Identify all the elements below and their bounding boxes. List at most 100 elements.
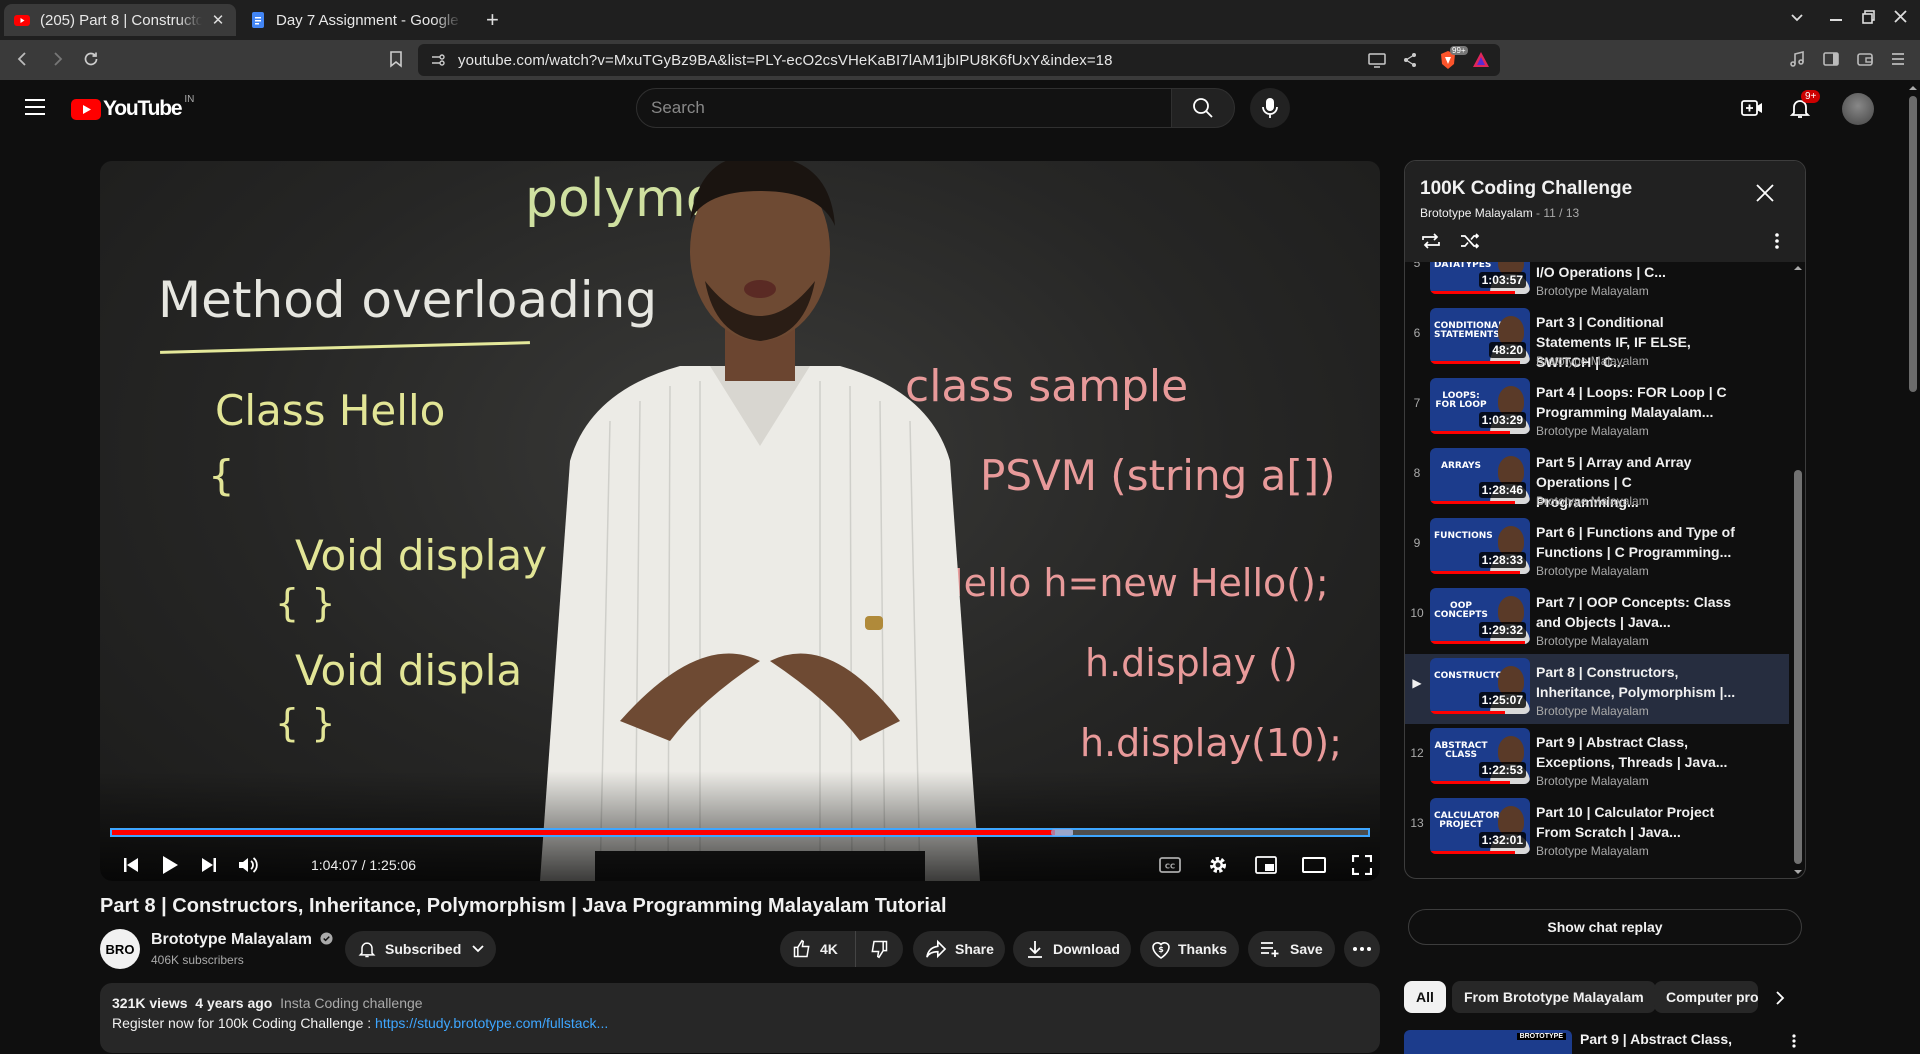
new-tab-button[interactable]: + [486, 9, 499, 31]
playlist-item[interactable]: 13 CALCULATOR PROJECT 1:32:01 Part 10 | Cal… [1405, 794, 1789, 864]
notifications-button[interactable]: 9+ [1788, 90, 1821, 120]
media-icon[interactable] [1788, 50, 1806, 68]
watched-progress-bar [1430, 781, 1510, 784]
address-bar[interactable]: youtube.com/watch?v=MxuTGyBz9BA&list=PLY… [418, 44, 1500, 76]
shuffle-button[interactable] [1459, 231, 1481, 251]
search-button[interactable] [1171, 88, 1235, 128]
guide-menu-icon[interactable] [24, 98, 46, 116]
show-chat-replay-button[interactable]: Show chat replay [1408, 909, 1802, 945]
recommended-video[interactable]: BROTOTYPE Part 9 | Abstract Class, [1404, 1030, 1804, 1054]
description-text: Register now for 100k Coding Challenge : [112, 1015, 376, 1031]
playlist-item[interactable]: 9 FUNCTIONS 1:28:33 Part 6 | Functions and … [1405, 514, 1789, 584]
settings-button[interactable] [1200, 847, 1236, 881]
channel-avatar[interactable]: BRO [100, 929, 140, 969]
watched-progress-bar [1430, 571, 1520, 574]
channel-name[interactable]: Brototype Malayalam [151, 931, 333, 949]
fullscreen-button[interactable] [1344, 847, 1380, 881]
site-info-icon[interactable] [430, 52, 446, 68]
playlist-title[interactable]: 100K Coding Challenge [1420, 178, 1632, 200]
download-label: Download [1053, 941, 1120, 957]
notification-count-badge: 9+ [1801, 90, 1821, 103]
wallet-icon[interactable] [1856, 50, 1874, 68]
board-text: h.display(10); [1080, 721, 1342, 765]
watched-progress-bar [1430, 501, 1515, 504]
playlist-subtitle: Brototype Malayalam - 11 / 13 [1420, 206, 1579, 220]
account-avatar[interactable] [1842, 93, 1874, 125]
cast-icon[interactable] [1368, 52, 1386, 68]
video-player[interactable]: polymorph Method overloading Class Hello… [100, 161, 1380, 881]
miniplayer-button[interactable] [1248, 847, 1284, 881]
thanks-label: Thanks [1178, 941, 1228, 957]
subscribed-button[interactable]: Subscribed [345, 931, 496, 967]
captions-button[interactable]: CC [1152, 847, 1188, 881]
tab-title: (205) Part 8 | Constructors, Inheritance… [40, 11, 202, 29]
url-text: youtube.com/watch?v=MxuTGyBz9BA&list=PLY… [458, 52, 1113, 69]
close-window-icon[interactable] [1894, 10, 1907, 23]
scroll-up-icon [1909, 86, 1917, 90]
page-scrollbar[interactable] [1906, 80, 1920, 1048]
voice-search-button[interactable] [1250, 88, 1290, 128]
description-link[interactable]: https://study.brototype.com/fullstack... [375, 1015, 608, 1031]
volume-button[interactable] [230, 847, 266, 881]
svg-text:CC: CC [1165, 863, 1175, 871]
playlist-more-button[interactable] [1775, 233, 1779, 249]
dislike-button[interactable] [856, 931, 902, 967]
browser-tabbar: (205) Part 8 | Constructors, Inheritance… [0, 0, 1920, 40]
next-button[interactable] [191, 847, 227, 881]
page-scroll-thumb[interactable] [1909, 96, 1917, 392]
like-button[interactable]: 4K [780, 931, 856, 967]
thanks-button[interactable]: $ Thanks [1140, 931, 1239, 967]
bookmark-icon[interactable] [388, 50, 404, 68]
search-icon [1193, 98, 1213, 118]
chips-next-button[interactable] [1768, 986, 1792, 1010]
youtube-logo[interactable]: YouTube IN [71, 94, 194, 121]
theater-mode-button[interactable] [1296, 847, 1332, 881]
menu-icon[interactable] [1890, 50, 1906, 68]
seek-bar[interactable] [110, 828, 1370, 837]
sidebar-icon[interactable] [1822, 50, 1840, 68]
restore-icon[interactable] [1862, 10, 1876, 24]
tab-search-icon[interactable] [1790, 10, 1804, 24]
duration-badge: 1:03:57 [1478, 272, 1526, 288]
play-button[interactable] [152, 847, 188, 881]
playlist-item-thumbnail: CONDITIONAL STATEMENTS 48:20 [1430, 308, 1530, 364]
download-button[interactable]: Download [1013, 931, 1131, 967]
tab-youtube[interactable]: (205) Part 8 | Constructors, Inheritance… [4, 4, 236, 36]
description-tag[interactable]: Insta Coding challenge [280, 995, 422, 1011]
brave-rewards-icon[interactable] [1472, 51, 1490, 69]
playlist-scroll-thumb[interactable] [1794, 470, 1802, 864]
playlist-item[interactable]: 5 VARIABLES DATATYPES 1:03:57 Part 2 | Vari… [1405, 262, 1789, 304]
save-button[interactable]: Save [1248, 931, 1335, 967]
playlist-close-button[interactable] [1755, 183, 1775, 203]
chip-from-channel[interactable]: From Brototype Malayalam [1452, 981, 1656, 1013]
playlist-item[interactable]: 10 OOP CONCEPTS 1:29:32 Part 7 | OOP Concep… [1405, 584, 1789, 654]
back-icon[interactable] [14, 50, 32, 68]
seek-thumb[interactable] [1050, 829, 1073, 836]
search-input[interactable] [651, 98, 1151, 118]
watched-progress-bar [1430, 641, 1525, 644]
brave-shields-icon[interactable]: 99+ [1438, 46, 1468, 70]
chip-all[interactable]: All [1404, 981, 1446, 1013]
more-vertical-icon[interactable] [1792, 1034, 1796, 1048]
playlist-item-current[interactable]: ▶ CONSTRUCTORS 1:25:07 Part 8 | Constructor… [1405, 654, 1789, 724]
share-button[interactable]: Share [913, 931, 1005, 967]
playlist-item[interactable]: 8 ARRAYS 1:28:46 Part 5 | Array and Array O… [1405, 444, 1789, 514]
playlist-scrollbar[interactable] [1793, 264, 1803, 876]
playlist-item[interactable]: 7 LOOPS: FOR LOOP 1:03:29 Part 4 | Loops: F… [1405, 374, 1789, 444]
tab-close-icon[interactable]: ✕ [210, 11, 226, 29]
previous-button[interactable] [113, 847, 149, 881]
more-actions-button[interactable] [1344, 931, 1380, 967]
like-dislike-group: 4K [780, 931, 903, 967]
share-page-icon[interactable] [1402, 52, 1418, 68]
minimize-icon[interactable] [1830, 19, 1842, 21]
forward-icon[interactable] [48, 50, 66, 68]
loop-playlist-button[interactable] [1420, 231, 1442, 251]
reload-icon[interactable] [82, 50, 100, 68]
tab-google-docs[interactable]: Day 7 Assignment - Google Docs [240, 4, 472, 36]
playlist-item[interactable]: 6 CONDITIONAL STATEMENTS 48:20 Part 3 | Con… [1405, 304, 1789, 374]
chip-computer-programming[interactable]: Computer pro [1654, 981, 1758, 1013]
description-box[interactable]: 321K views 4 years ago Insta Coding chal… [100, 983, 1380, 1053]
playlist-channel[interactable]: Brototype Malayalam [1420, 206, 1533, 220]
playlist-item[interactable]: 12 ABSTRACT CLASS 1:22:53 Part 9 | Abstract… [1405, 724, 1789, 794]
create-button[interactable] [1740, 96, 1764, 120]
